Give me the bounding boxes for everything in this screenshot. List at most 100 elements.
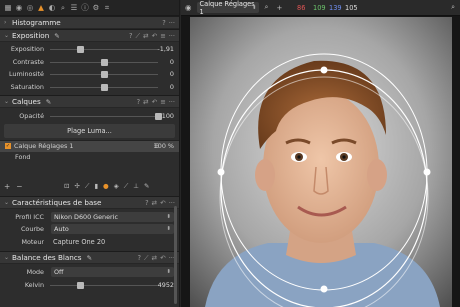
reset-icon[interactable]: ↶ [160, 254, 166, 262]
brightness-value[interactable]: 0 [170, 70, 174, 78]
kelvin-slider[interactable] [50, 281, 158, 289]
exposure-slider-thumb[interactable] [77, 46, 85, 53]
copy-icon[interactable]: ⇄ [152, 199, 158, 207]
help-icon[interactable]: ? [162, 19, 166, 27]
lens-tab-icon[interactable]: ◎ [25, 2, 35, 14]
layer-item[interactable]: Fond [0, 152, 179, 163]
saturation-value[interactable]: 0 [170, 83, 174, 91]
contrast-value[interactable]: 0 [170, 58, 174, 66]
pen-icon[interactable]: ✎ [87, 254, 93, 262]
saturation-label: Saturation [10, 82, 44, 91]
radial-icon[interactable]: ● [103, 182, 109, 191]
contrast-slider[interactable] [50, 58, 158, 66]
curve-label: Courbe [20, 225, 44, 234]
library-tab-icon[interactable]: ▦ [3, 2, 13, 14]
copy-icon[interactable]: ⇄ [143, 32, 149, 40]
white-balance-header[interactable]: ⌄ Balance des Blancs ✎ ? ⟋ ⇄ ↶ ··· [0, 251, 179, 264]
exposure-tab-icon[interactable]: ▲ [36, 2, 46, 14]
help-icon[interactable]: ? [145, 199, 149, 207]
kelvin-row: Kelvin 4952 [0, 279, 179, 292]
curve-row: Courbe Auto ⬍ [0, 223, 179, 236]
stamp-icon[interactable]: ⊥ [133, 182, 139, 191]
checkbox-icon[interactable]: ✓ [5, 143, 11, 149]
contrast-slider-thumb[interactable] [101, 58, 108, 66]
pipette-icon[interactable]: ⟋ [135, 32, 140, 41]
readout-green: 109 [313, 3, 326, 12]
layers-header[interactable]: ⌄ Calques ✎ ? ⇄ ↶ ≡ ··· [0, 95, 179, 108]
layer-percent: 100 % [153, 142, 174, 150]
capture-tab-icon[interactable]: ◉ [14, 2, 24, 14]
help-icon[interactable]: ? [129, 32, 133, 40]
layer-select[interactable]: Calque Réglages 1 ⬍ [196, 0, 259, 16]
presets-icon[interactable]: ≡ [160, 98, 166, 106]
chevron-updown-icon: ⬍ [166, 226, 171, 233]
zoom-icon[interactable]: ⌕ [451, 3, 455, 12]
icc-profile-dropdown[interactable]: Nikon D600 Generic ⬍ [51, 211, 174, 222]
exposure-slider[interactable] [50, 46, 158, 53]
brightness-label: Luminosité [8, 70, 44, 79]
collapse-chevron-icon[interactable]: ⌄ [4, 254, 12, 261]
gradient-icon[interactable]: ▮ [94, 182, 98, 191]
collapse-chevron-icon[interactable]: ⌄ [4, 32, 12, 39]
search-icon[interactable]: ⌕ [265, 3, 269, 12]
brush-icon[interactable]: ⟋ [85, 182, 90, 191]
more-icon[interactable]: ··· [169, 19, 175, 27]
more-icon[interactable]: ··· [169, 98, 175, 106]
mask-icon[interactable]: ⊡ [64, 182, 69, 191]
collapse-chevron-icon[interactable]: ⌄ [4, 98, 12, 105]
copy-icon[interactable]: ⇄ [143, 98, 149, 106]
layer-item[interactable]: ✓ Calque Réglages 1 ☰ 100 % [0, 140, 179, 152]
pencil-icon[interactable]: ✎ [144, 182, 149, 191]
presets-icon[interactable]: ≡ [160, 32, 166, 40]
saturation-slider-row: Saturation 0 [0, 81, 179, 94]
details-tab-icon[interactable]: ⌕ [58, 2, 68, 14]
engine-label: Moteur [21, 237, 44, 246]
saturation-slider[interactable] [50, 83, 158, 91]
kelvin-slider-thumb[interactable] [77, 281, 85, 289]
output-tab-icon[interactable]: ⚙ [91, 2, 101, 14]
remove-layer-icon[interactable]: − [16, 182, 22, 191]
move-icon[interactable]: ✢ [74, 182, 79, 191]
reset-icon[interactable]: ↶ [152, 98, 158, 106]
base-header[interactable]: ⌄ Caractéristiques de base ? ⇄ ↶ ··· [0, 195, 179, 209]
kelvin-value[interactable]: 4952 [158, 281, 174, 289]
help-icon[interactable]: ? [137, 98, 141, 106]
brightness-slider[interactable] [50, 71, 158, 78]
eraser-icon[interactable]: ◈ [114, 182, 119, 191]
photo-canvas[interactable] [190, 17, 452, 307]
add-layer-icon[interactable]: + [4, 182, 10, 191]
color-tab-icon[interactable]: ◐ [47, 2, 57, 14]
picker-icon[interactable]: + [276, 4, 282, 12]
pipette-icon[interactable]: ⟋ [144, 254, 149, 263]
auto-mask-icon[interactable]: ⟋ [124, 182, 129, 191]
brightness-slider-thumb[interactable] [101, 71, 108, 78]
tool-tabs: ▦ ◉ ◎ ▲ ◐ ⌕ ☰ ⓘ ⚙ ⌗ [0, 0, 179, 16]
collapse-chevron-icon[interactable]: › [4, 19, 12, 26]
engine-row: Moteur Capture One 20 [0, 236, 179, 249]
panel-scrollbar[interactable] [174, 206, 177, 304]
opacity-slider[interactable] [50, 113, 162, 120]
saturation-slider-thumb[interactable] [101, 83, 108, 91]
copy-icon[interactable]: ⇄ [152, 254, 158, 262]
curve-value: Auto [54, 225, 69, 234]
readout-luma: 105 [345, 3, 358, 12]
exposure-header[interactable]: ⌄ Exposition ✎ ? ⟋ ⇄ ↶ ≡ ··· [0, 29, 179, 42]
metadata-tab-icon[interactable]: ⓘ [80, 2, 90, 14]
luma-range-button[interactable]: Plage Luma... [4, 123, 175, 138]
exposure-value[interactable]: -1,91 [157, 45, 174, 53]
histogram-header[interactable]: › Histogramme ? ··· [0, 16, 179, 29]
eye-icon[interactable]: ◉ [185, 3, 192, 12]
pen-icon[interactable]: ✎ [46, 98, 52, 106]
help-icon[interactable]: ? [138, 254, 142, 262]
portrait-image [190, 17, 452, 307]
collapse-chevron-icon[interactable]: ⌄ [4, 199, 12, 206]
curve-dropdown[interactable]: Auto ⬍ [51, 224, 174, 235]
opacity-value[interactable]: 100 [162, 112, 174, 120]
crop-tab-icon[interactable]: ⌗ [102, 2, 112, 14]
more-icon[interactable]: ··· [169, 32, 175, 40]
reset-icon[interactable]: ↶ [160, 199, 166, 207]
reset-icon[interactable]: ↶ [152, 32, 158, 40]
wb-mode-dropdown[interactable]: Off ⬍ [51, 267, 174, 278]
adjustments-tab-icon[interactable]: ☰ [69, 2, 79, 14]
pen-icon[interactable]: ✎ [54, 32, 60, 40]
